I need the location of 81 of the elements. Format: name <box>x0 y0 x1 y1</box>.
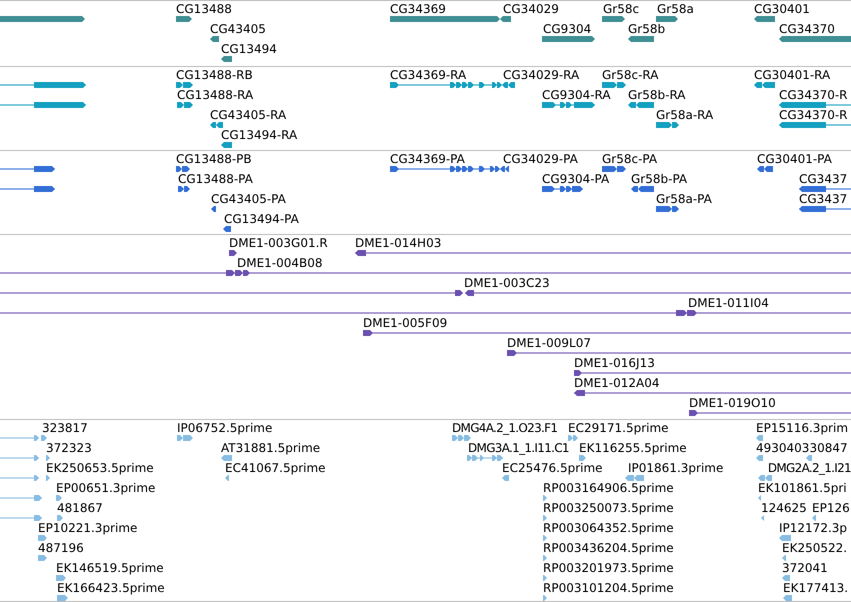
est-label: 493040330847 <box>756 441 848 455</box>
transcript-label: CG13488-RA <box>177 88 254 102</box>
est-label: EC25476.5prime <box>502 461 603 475</box>
est-label: EC41067.5prime <box>225 461 326 475</box>
transcript-label: CG34029-RA <box>503 68 580 82</box>
transcript-label: CG9304-RA <box>542 88 611 102</box>
transcript-label: CG34369-RA <box>390 68 466 82</box>
protein-label: Gr58b-PA <box>631 172 688 186</box>
est-label: EK116255.5prime <box>579 441 687 455</box>
est-label: EP15116.3prim <box>756 421 848 435</box>
protein-label: CG13488-PA <box>178 172 253 186</box>
clone-end-label: DME1-003G01.R <box>229 236 328 250</box>
est-label: EK166423.5prime <box>57 581 165 595</box>
protein-label: CG34369-PA <box>390 152 465 166</box>
gene-label: CG34370 <box>779 22 835 36</box>
est-label: IP06752.5prime <box>177 421 272 435</box>
transcript-label: CG13488-RB <box>176 68 253 82</box>
est-label: EK250522. <box>782 541 848 555</box>
gene-label: CG43405 <box>210 22 266 36</box>
protein-label: CG9304-PA <box>542 172 610 186</box>
transcript-label: CG43405-RA <box>210 108 286 122</box>
protein-label: CG3437 <box>799 192 848 206</box>
est-label: 487196 <box>38 541 84 555</box>
est-label: 372041 <box>782 561 828 575</box>
est-label: 481867 <box>57 501 103 515</box>
est-label: 124625 <box>761 501 807 515</box>
gene-label: Gr58b <box>628 22 666 36</box>
est-label: IP12172.3p <box>779 521 848 535</box>
est-label: DMG3A.1_1.I11.C1 <box>468 441 569 455</box>
est-label: DMG4A.2_1.O23.F1 <box>452 421 558 435</box>
protein-label: CG43405-PA <box>211 192 286 206</box>
clone-end-label: DME1-019O10 <box>689 396 776 410</box>
gene-label: CG13488 <box>176 2 232 16</box>
est-label: RP003164906.5prime <box>543 481 674 495</box>
clone-end-label: DME1-004B08 <box>237 256 323 270</box>
protein-label: CG30401-PA <box>757 152 832 166</box>
gene-label: CG9304 <box>543 22 592 36</box>
gene-label: CG30401 <box>754 2 810 16</box>
est-label: EK101861.5pri <box>758 481 847 495</box>
protein-label: Gr58c-PA <box>602 152 658 166</box>
clone-end-label: DME1-009L07 <box>507 336 591 350</box>
clone-end-label: DME1-003C23 <box>464 276 550 290</box>
transcript-label: Gr58c-RA <box>602 68 658 82</box>
gene-label: CG34369 <box>390 2 446 16</box>
clone-end-label: DME1-014H03 <box>355 236 442 250</box>
est-label: DMG2A.2_1.I21 <box>768 461 851 475</box>
clone-end-label: DME1-005F09 <box>363 316 448 330</box>
transcript-label: Gr58a-RA <box>656 108 714 122</box>
gene-label: CG34029 <box>503 2 559 16</box>
est-label: RP003250073.5prime <box>543 501 674 515</box>
transcript-label: Gr58b-RA <box>628 88 686 102</box>
clone-end-label: DME1-011I04 <box>688 296 769 310</box>
est-label: AT31881.5prime <box>221 441 320 455</box>
protein-label: CG3437 <box>799 172 848 186</box>
clone-end-label: DME1-012A04 <box>574 376 660 390</box>
est-label: IP01861.3prime <box>628 461 724 475</box>
protein-label: CG13494-PA <box>224 212 299 226</box>
est-label: EK146519.5prime <box>56 561 164 575</box>
protein-label: CG13488-PB <box>176 152 252 166</box>
gene-label: Gr58a <box>657 2 694 16</box>
est-label: EC29171.5prime <box>568 421 669 435</box>
est-label: RP003201973.5prime <box>543 561 674 575</box>
transcript-label: CG13494-RA <box>221 128 298 142</box>
est-label: RP003064352.5prime <box>543 521 674 535</box>
transcript-label: CG34370-R <box>779 88 848 102</box>
est-label: EP126 <box>812 501 850 515</box>
protein-label: Gr58a-PA <box>656 192 712 206</box>
clone-end-label: DME1-016J13 <box>574 356 655 370</box>
est-label: RP003436204.5prime <box>543 541 674 555</box>
gene-label: Gr58c <box>603 2 640 16</box>
transcript-label: CG34370-R <box>779 108 848 122</box>
est-label: EP00651.3prime <box>56 481 156 495</box>
est-label: EK250653.5prime <box>46 461 154 475</box>
est-label: 323817 <box>42 421 88 435</box>
est-label: EP10221.3prime <box>38 521 138 535</box>
est-label: RP003101204.5prime <box>543 581 674 595</box>
gene-label: CG13494 <box>221 42 277 56</box>
protein-label: CG34029-PA <box>503 152 578 166</box>
est-label: 372323 <box>46 441 92 455</box>
transcript-label: CG30401-RA <box>754 68 830 82</box>
est-label: EK177413. <box>783 581 848 595</box>
